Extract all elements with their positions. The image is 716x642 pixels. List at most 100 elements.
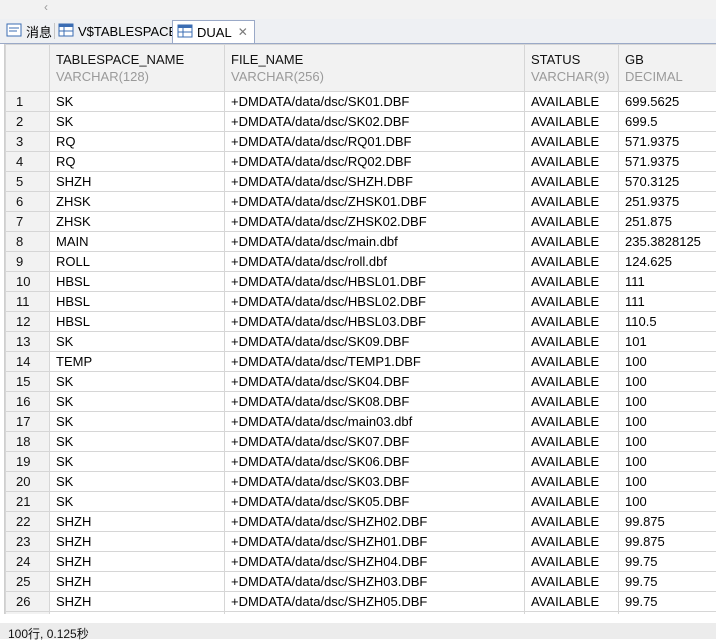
cell-gb[interactable]: 571.9375 bbox=[619, 152, 716, 172]
cell-gb[interactable]: 100 bbox=[619, 432, 716, 452]
cell-status[interactable]: AVAILABLE bbox=[525, 512, 619, 532]
table-row[interactable]: 14TEMP+DMDATA/data/dsc/TEMP1.DBFAVAILABL… bbox=[6, 352, 716, 372]
cell-gb[interactable]: 100 bbox=[619, 352, 716, 372]
row-number[interactable]: 27 bbox=[6, 612, 50, 615]
cell-gb[interactable]: 99.75 bbox=[619, 572, 716, 592]
column-header-status[interactable]: STATUSVARCHAR(9) bbox=[525, 45, 619, 92]
cell-file-name[interactable]: +DMDATA/data/dsc/SK01.DBF bbox=[225, 92, 525, 112]
cell-gb[interactable]: 251.9375 bbox=[619, 192, 716, 212]
column-header-file-name[interactable]: FILE_NAMEVARCHAR(256) bbox=[225, 45, 525, 92]
cell-tablespace-name[interactable]: SK bbox=[50, 92, 225, 112]
cell-tablespace-name[interactable]: SK bbox=[50, 332, 225, 352]
cell-tablespace-name[interactable]: SHZH bbox=[50, 592, 225, 612]
cell-status[interactable]: AVAILABLE bbox=[525, 392, 619, 412]
cell-gb[interactable]: 99.75 bbox=[619, 552, 716, 572]
cell-status[interactable]: AVAILABLE bbox=[525, 372, 619, 392]
cell-gb[interactable]: 110.5 bbox=[619, 312, 716, 332]
table-row[interactable]: 17SK+DMDATA/data/dsc/main03.dbfAVAILABLE… bbox=[6, 412, 716, 432]
table-row[interactable]: 21SK+DMDATA/data/dsc/SK05.DBFAVAILABLE10… bbox=[6, 492, 716, 512]
cell-file-name[interactable]: +DMDATA/data/dsc/RQ02.DBF bbox=[225, 152, 525, 172]
cell-tablespace-name[interactable]: HBSL bbox=[50, 272, 225, 292]
cell-gb[interactable]: 99.75 bbox=[619, 592, 716, 612]
table-row[interactable]: 7ZHSK+DMDATA/data/dsc/ZHSK02.DBFAVAILABL… bbox=[6, 212, 716, 232]
table-row[interactable]: 13SK+DMDATA/data/dsc/SK09.DBFAVAILABLE10… bbox=[6, 332, 716, 352]
cell-status[interactable]: AVAILABLE bbox=[525, 572, 619, 592]
cell-tablespace-name[interactable]: SK bbox=[50, 492, 225, 512]
cell-status[interactable]: AVAILABLE bbox=[525, 232, 619, 252]
cell-tablespace-name[interactable]: SHZH bbox=[50, 532, 225, 552]
row-number[interactable]: 5 bbox=[6, 172, 50, 192]
cell-tablespace-name[interactable]: RQ bbox=[50, 152, 225, 172]
cell-file-name[interactable]: +DMDATA/data/dsc/SHZH03.DBF bbox=[225, 572, 525, 592]
table-row[interactable]: 18SK+DMDATA/data/dsc/SK07.DBFAVAILABLE10… bbox=[6, 432, 716, 452]
cell-gb[interactable]: 100 bbox=[619, 472, 716, 492]
cell-gb[interactable]: 100 bbox=[619, 452, 716, 472]
cell-tablespace-name[interactable]: SHZH bbox=[50, 572, 225, 592]
table-row[interactable]: 3RQ+DMDATA/data/dsc/RQ01.DBFAVAILABLE571… bbox=[6, 132, 716, 152]
row-number[interactable]: 2 bbox=[6, 112, 50, 132]
cell-gb[interactable]: 100 bbox=[619, 492, 716, 512]
cell-status[interactable]: AVAILABLE bbox=[525, 332, 619, 352]
cell-status[interactable]: AVAILABLE bbox=[525, 532, 619, 552]
cell-file-name[interactable]: +DMDATA/data/dsc/SK07.DBF bbox=[225, 432, 525, 452]
row-number[interactable]: 25 bbox=[6, 572, 50, 592]
cell-file-name[interactable]: +DMDATA/data/dsc/SK05.DBF bbox=[225, 492, 525, 512]
row-number[interactable]: 3 bbox=[6, 132, 50, 152]
cell-file-name[interactable]: +DMDATA/data/dsc/SK09.DBF bbox=[225, 332, 525, 352]
cell-status[interactable]: AVAILABLE bbox=[525, 252, 619, 272]
cell-tablespace-name[interactable]: MAIN bbox=[50, 232, 225, 252]
cell-tablespace-name[interactable]: SK bbox=[50, 112, 225, 132]
cell-gb[interactable]: 99.875 bbox=[619, 532, 716, 552]
table-row[interactable]: 22SHZH+DMDATA/data/dsc/SHZH02.DBFAVAILAB… bbox=[6, 512, 716, 532]
cell-tablespace-name[interactable]: SHZH bbox=[50, 172, 225, 192]
cell-status[interactable]: AVAILABLE bbox=[525, 152, 619, 172]
cell-gb[interactable]: 101 bbox=[619, 332, 716, 352]
row-number[interactable]: 15 bbox=[6, 372, 50, 392]
table-row[interactable]: 8MAIN+DMDATA/data/dsc/main.dbfAVAILABLE2… bbox=[6, 232, 716, 252]
cell-status[interactable]: AVAILABLE bbox=[525, 592, 619, 612]
cell-status[interactable]: AVAILABLE bbox=[525, 172, 619, 192]
cell-tablespace-name[interactable]: ZHSK bbox=[50, 192, 225, 212]
cell-status[interactable]: AVAILABLE bbox=[525, 352, 619, 372]
table-row[interactable]: 15SK+DMDATA/data/dsc/SK04.DBFAVAILABLE10… bbox=[6, 372, 716, 392]
row-number[interactable]: 16 bbox=[6, 392, 50, 412]
chevron-left-icon[interactable]: ‹ bbox=[44, 0, 48, 14]
row-number[interactable]: 26 bbox=[6, 592, 50, 612]
table-row[interactable]: 10HBSL+DMDATA/data/dsc/HBSL01.DBFAVAILAB… bbox=[6, 272, 716, 292]
cell-status[interactable]: AVAILABLE bbox=[525, 552, 619, 572]
cell-gb[interactable]: 235.3828125 bbox=[619, 232, 716, 252]
row-number[interactable]: 21 bbox=[6, 492, 50, 512]
table-row[interactable]: 12HBSL+DMDATA/data/dsc/HBSL03.DBFAVAILAB… bbox=[6, 312, 716, 332]
cell-tablespace-name[interactable]: SK bbox=[50, 452, 225, 472]
cell-status[interactable]: AVAILABLE bbox=[525, 312, 619, 332]
tab-dual[interactable]: DUAL ✕ bbox=[172, 20, 255, 43]
cell-file-name[interactable]: +DMDATA/data/dsc/SK03.DBF bbox=[225, 472, 525, 492]
cell-status[interactable]: AVAILABLE bbox=[525, 492, 619, 512]
cell-file-name[interactable]: +DMDATA/data/dsc/SK08.DBF bbox=[225, 392, 525, 412]
cell-status[interactable]: AVAILABLE bbox=[525, 272, 619, 292]
close-icon[interactable]: ✕ bbox=[238, 25, 248, 39]
table-row[interactable]: 9ROLL+DMDATA/data/dsc/roll.dbfAVAILABLE1… bbox=[6, 252, 716, 272]
cell-gb[interactable]: 99.75 bbox=[619, 612, 716, 615]
cell-file-name[interactable]: +DMDATA/data/dsc/HBSL03.DBF bbox=[225, 312, 525, 332]
table-row[interactable]: 2SK+DMDATA/data/dsc/SK02.DBFAVAILABLE699… bbox=[6, 112, 716, 132]
cell-gb[interactable]: 699.5625 bbox=[619, 92, 716, 112]
cell-tablespace-name[interactable]: SK bbox=[50, 472, 225, 492]
cell-gb[interactable]: 100 bbox=[619, 392, 716, 412]
cell-file-name[interactable]: +DMDATA/data/dsc/RQ01.DBF bbox=[225, 132, 525, 152]
cell-gb[interactable]: 699.5 bbox=[619, 112, 716, 132]
cell-tablespace-name[interactable]: ROLL bbox=[50, 252, 225, 272]
cell-gb[interactable]: 124.625 bbox=[619, 252, 716, 272]
cell-file-name[interactable]: +DMDATA/data/dsc/ZHSK01.DBF bbox=[225, 192, 525, 212]
row-number[interactable]: 13 bbox=[6, 332, 50, 352]
table-row[interactable]: 23SHZH+DMDATA/data/dsc/SHZH01.DBFAVAILAB… bbox=[6, 532, 716, 552]
cell-tablespace-name[interactable]: RQ bbox=[50, 132, 225, 152]
cell-file-name[interactable]: +DMDATA/data/dsc/SK02.DBF bbox=[225, 112, 525, 132]
cell-status[interactable]: AVAILABLE bbox=[525, 192, 619, 212]
table-row[interactable]: 26SHZH+DMDATA/data/dsc/SHZH05.DBFAVAILAB… bbox=[6, 592, 716, 612]
cell-status[interactable]: AVAILABLE bbox=[525, 612, 619, 615]
table-row[interactable]: 1SK+DMDATA/data/dsc/SK01.DBFAVAILABLE699… bbox=[6, 92, 716, 112]
cell-status[interactable]: AVAILABLE bbox=[525, 92, 619, 112]
cell-tablespace-name[interactable]: SK bbox=[50, 392, 225, 412]
cell-gb[interactable]: 111 bbox=[619, 292, 716, 312]
